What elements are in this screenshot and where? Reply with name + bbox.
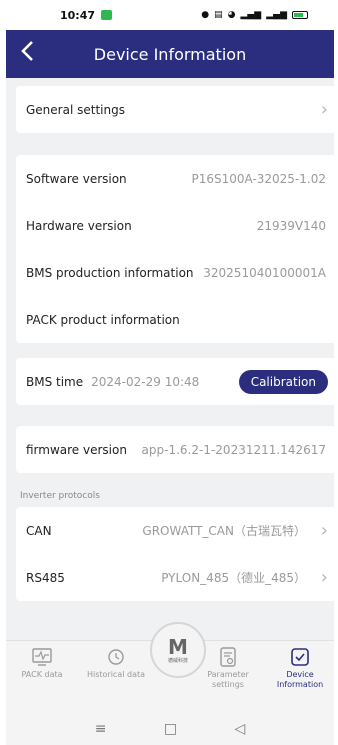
row-label: RS485 <box>26 570 65 585</box>
chat-icon <box>101 10 113 20</box>
bms-production-info-row: BMS production information 3202510401000… <box>16 249 334 296</box>
back-arrow-icon[interactable] <box>20 40 46 68</box>
row-value: 21939V140 <box>256 218 326 233</box>
general-settings-card: General settings › <box>16 86 334 133</box>
chevron-right-icon: › <box>320 567 328 588</box>
history-icon <box>108 649 124 665</box>
general-settings-label: General settings <box>26 102 125 117</box>
versions-card: Software version P16S100A-32025-1.02 Har… <box>16 155 334 343</box>
bms-time-value: 2024-02-29 10:48 <box>91 374 200 389</box>
chevron-right-icon: › <box>320 520 328 541</box>
hardware-version-row: Hardware version 21939V140 <box>16 202 334 249</box>
status-bar: 10:47 ● ▤ ◕ ▂▄▆ ▂▄▆ <box>6 0 334 30</box>
row-value: PYLON_485（德业_485） <box>161 571 306 585</box>
bms-time-card: BMS time 2024-02-29 10:48 Calibration <box>16 358 334 405</box>
battery-icon <box>292 11 308 19</box>
device-info-icon <box>291 648 309 666</box>
row-label: BMS production information <box>26 265 194 280</box>
row-label: Hardware version <box>26 218 132 233</box>
menu-icon[interactable]: ≡ <box>95 721 107 737</box>
firmware-label: firmware version <box>26 442 127 457</box>
tab-label: Historical data <box>86 670 146 679</box>
clock: 10:47 <box>60 8 96 22</box>
tab-label: PACK data <box>21 670 63 679</box>
tab-label: Device Information <box>276 670 324 689</box>
tab-device-information[interactable]: Device Information <box>268 647 332 690</box>
tab-historical-data[interactable]: Historical data <box>84 647 148 680</box>
can-protocol-row[interactable]: CAN GROWATT_CAN（古瑞瓦特） › <box>16 507 334 554</box>
pack-product-info-row: PACK product information <box>16 296 334 343</box>
chevron-right-icon: › <box>320 99 328 120</box>
rs485-protocol-row[interactable]: RS485 PYLON_485（德业_485） › <box>16 554 334 601</box>
inverter-protocols-card: CAN GROWATT_CAN（古瑞瓦特） › RS485 PYLON_485（… <box>16 507 334 601</box>
signal-icon: ▂▄▆ <box>266 10 287 20</box>
tab-pack-data[interactable]: PACK data <box>10 647 74 680</box>
inverter-protocols-label: Inverter protocols <box>20 491 100 501</box>
signal-icon: ▂▄▆ <box>240 10 262 20</box>
firmware-value: app-1.6.2-1-20231211.142617 <box>141 442 326 457</box>
software-version-row: Software version P16S100A-32025-1.02 <box>16 155 334 202</box>
logo-caption: 德威科技 <box>167 657 188 664</box>
app-header: Device Information <box>6 30 334 78</box>
home-icon[interactable]: □ <box>164 721 177 737</box>
logo-mark: M <box>168 634 188 659</box>
hd-icon: ▤ <box>214 10 223 20</box>
system-nav-bar: ≡ □ ◁ <box>6 712 334 745</box>
row-value: 320251040100001A <box>203 265 326 280</box>
calibration-button[interactable]: Calibration <box>238 370 328 394</box>
app-screen: 10:47 ● ▤ ◕ ▂▄▆ ▂▄▆ Device Information G… <box>6 0 334 745</box>
wifi-icon: ◕ <box>227 10 236 20</box>
back-triangle-icon[interactable]: ◁ <box>234 721 245 737</box>
pack-data-icon <box>32 648 52 666</box>
row-label: PACK product information <box>26 312 180 327</box>
mute-icon: ● <box>201 10 210 20</box>
firmware-card: firmware version app-1.6.2-1-20231211.14… <box>16 426 334 473</box>
bms-time-row: BMS time 2024-02-29 10:48 Calibration <box>16 358 334 405</box>
general-settings-row[interactable]: General settings › <box>16 86 334 133</box>
row-value: P16S100A-32025-1.02 <box>191 171 326 186</box>
firmware-version-row: firmware version app-1.6.2-1-20231211.14… <box>16 426 334 473</box>
brand-logo-button[interactable]: M 德威科技 <box>150 622 206 678</box>
row-label: Software version <box>26 171 127 186</box>
page-title: Device Information <box>93 44 247 64</box>
row-value: GROWATT_CAN（古瑞瓦特） <box>142 524 306 538</box>
parameter-icon <box>220 647 236 667</box>
bms-time-label: BMS time <box>26 374 84 389</box>
row-label: CAN <box>26 523 52 538</box>
tab-label: Parameter settings <box>207 670 249 689</box>
